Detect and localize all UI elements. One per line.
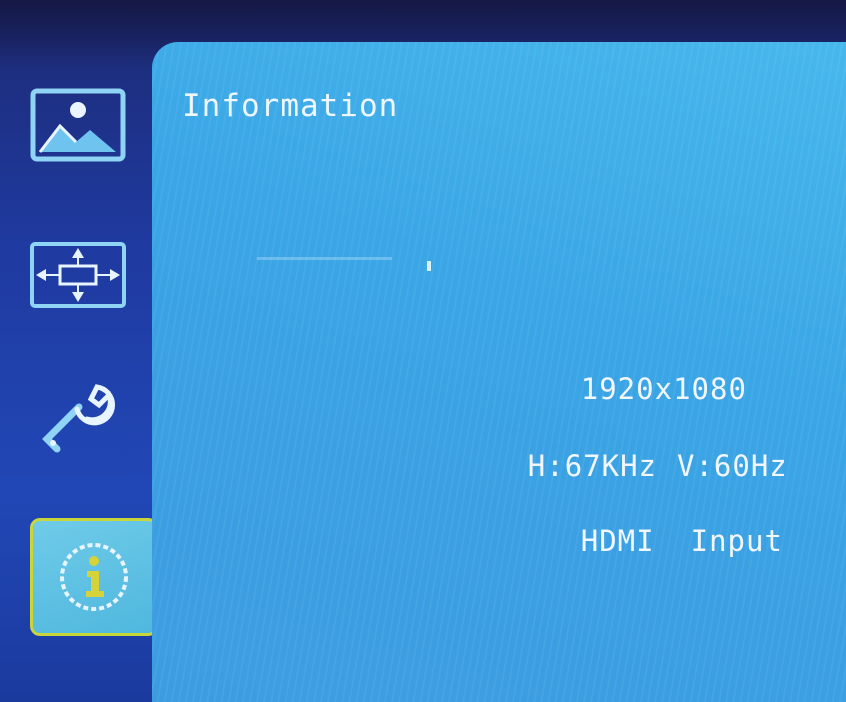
picture-icon	[30, 88, 126, 162]
decorative-line	[257, 257, 392, 260]
menu-item-image-position[interactable]	[22, 230, 134, 320]
osd-screen: Information 1920x1080 H:67KHz V:60Hz HDMI…	[0, 0, 846, 702]
image-position-icon	[30, 242, 126, 308]
menu-item-information[interactable]	[30, 518, 158, 636]
v-freq-value: 60Hz	[713, 449, 788, 483]
resolution-value: 1920x1080	[580, 372, 747, 406]
input-source-readout: HDMI Input	[470, 490, 783, 592]
information-panel: Information 1920x1080 H:67KHz V:60Hz HDMI…	[152, 42, 846, 702]
wrench-settings-icon	[42, 384, 115, 453]
h-freq-value: 67KHz	[564, 449, 657, 483]
menu-item-picture[interactable]	[22, 80, 134, 170]
menu-item-settings[interactable]	[22, 375, 134, 465]
input-source-value: HDMI	[580, 524, 655, 558]
h-freq-label: H:	[527, 449, 565, 483]
input-label: Input	[690, 524, 783, 558]
info-icon	[60, 543, 128, 611]
panel-title: Information	[182, 88, 399, 124]
v-freq-label: V:	[677, 449, 714, 483]
osd-sidebar	[0, 40, 160, 702]
decorative-dot	[427, 261, 431, 271]
